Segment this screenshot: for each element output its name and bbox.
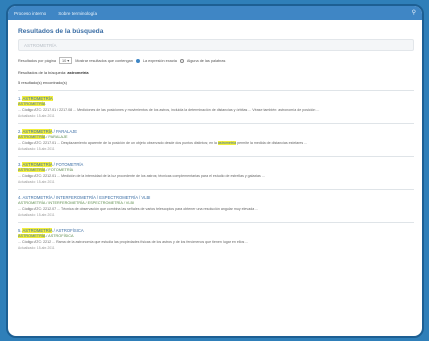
result-number: 1. (18, 96, 22, 101)
result-title-highlight: ASTROMETRÍA (22, 96, 53, 101)
result-title-rest: / PARALAJE (52, 129, 78, 134)
result-number: 2. (18, 129, 22, 134)
tab-sobre-terminologia[interactable]: Sobre terminología (58, 11, 97, 16)
result-date: Actualizado: 15-abr-2011 (18, 180, 55, 184)
result-snippet: ... Código ATC: 2212.01 ... Medición de … (18, 174, 414, 179)
result-number: 5. (18, 228, 22, 233)
result-snippet: ... Código ATC: 2217.01 ... Desplazamien… (18, 141, 414, 146)
search-query-text: ASTROMETRÍA (24, 43, 57, 48)
result-subtitle: ASTROMETRÍA / INTERFEROMETRÍA / ESPECTRO… (18, 201, 414, 205)
result-snippet-text-after: permite la medida de distancias estelare… (236, 141, 308, 145)
search-options: Resultados por página 10 ▾ Mostrar resul… (18, 57, 414, 64)
radio-exact-expression[interactable] (135, 58, 140, 63)
result-title-link[interactable]: 2. ASTROMETRÍA / PARALAJE (18, 129, 414, 134)
result-item: 4. ASTROMETRÍA / INTERFEROMETRÍA / ESPEC… (18, 189, 414, 222)
result-snippet-highlight: astrometría (217, 141, 237, 145)
search-icon[interactable]: ⚲ (412, 10, 416, 16)
result-snippet-text: ... Código ATC: 2217.01 / 2217.08 ... Me… (18, 108, 320, 112)
results-per-page-value: 10 (62, 59, 67, 63)
result-snippet: ... Código ATC: 2217.01 / 2217.08 ... Me… (18, 108, 414, 113)
result-title-highlight: ASTROMETRÍA (22, 162, 53, 167)
result-title-link[interactable]: 3. ASTROMETRÍA / FOTOMETRÍA (18, 162, 414, 167)
result-title-highlight: ASTROMETRÍA (22, 129, 53, 134)
option-words-label: Alguna de las palabras (186, 58, 226, 63)
result-title-rest: ASTROMETRÍA / INTERFEROMETRÍA / ESPECTRO… (22, 195, 151, 200)
result-subtitle-rest: / ASTROFÍSICA (45, 234, 74, 238)
result-item: 2. ASTROMETRÍA / PARALAJE ASTROMETRÍA / … (18, 123, 414, 156)
result-subtitle-rest: / PARALAJE (45, 135, 68, 139)
result-snippet-text: ... Código ATC: 2212.07 ... Técnica de o… (18, 207, 259, 211)
result-title-rest: / ASTROFÍSICA (52, 228, 84, 233)
result-item: 1. ASTROMETRÍA ASTROMETRÍA ... Código AT… (18, 90, 414, 123)
result-title-rest: / FOTOMETRÍA (52, 162, 84, 167)
result-subtitle: ASTROMETRÍA / ASTROFÍSICA (18, 234, 414, 238)
results-per-page-select[interactable]: 10 ▾ (59, 57, 73, 64)
result-subtitle: ASTROMETRÍA / PARALAJE (18, 135, 414, 139)
result-number: 3. (18, 162, 22, 167)
result-snippet-text: ... Código ATC: 2212 ... Rama de la astr… (18, 240, 249, 244)
result-date: Actualizado: 15-abr-2011 (18, 213, 55, 217)
result-date: Actualizado: 15-abr-2011 (18, 114, 55, 118)
results-count: 5 resultado(s) encontrado(s) (18, 80, 67, 85)
option-exact-label: La expresión exacta (142, 58, 177, 63)
result-title-link[interactable]: 4. ASTROMETRÍA / INTERFEROMETRÍA / ESPEC… (18, 195, 414, 200)
result-title-link[interactable]: 1. ASTROMETRÍA (18, 96, 414, 101)
result-date: Actualizado: 15-abr-2011 (18, 246, 55, 250)
result-subtitle: ASTROMETRÍA / FOTOMETRÍA (18, 168, 414, 172)
result-subtitle-highlight: ASTROMETRÍA (18, 135, 46, 139)
result-snippet-text: ... Código ATC: 2217.01 ... Desplazamien… (18, 141, 218, 145)
result-snippet: ... Código ATC: 2212.07 ... Técnica de o… (18, 207, 414, 212)
results-for-prefix: Resultados de la búsqueda: (18, 70, 67, 75)
result-snippet: ... Código ATC: 2212 ... Rama de la astr… (18, 240, 414, 245)
radio-any-words[interactable] (179, 58, 184, 63)
results-per-page-label: Resultados por página (18, 58, 56, 63)
result-title-highlight: ASTROMETRÍA (22, 228, 53, 233)
result-subtitle-rest: / FOTOMETRÍA (45, 168, 74, 172)
top-nav-bar: Proceso interno Sobre terminología ⚲ (8, 6, 422, 20)
result-subtitle-highlight: ASTROMETRÍA (18, 168, 46, 172)
result-item: 3. ASTROMETRÍA / FOTOMETRÍA ASTROMETRÍA … (18, 156, 414, 189)
app-window: Proceso interno Sobre terminología ⚲ Res… (6, 4, 424, 338)
result-snippet-text: ... Código ATC: 2212.01 ... Medición de … (18, 174, 265, 178)
results-for-term: astrometría (67, 70, 89, 75)
main-content: Resultados de la búsqueda ASTROMETRÍA Re… (8, 20, 422, 255)
result-date: Actualizado: 15-abr-2011 (18, 147, 55, 151)
result-title-link[interactable]: 5. ASTROMETRÍA / ASTROFÍSICA (18, 228, 414, 233)
result-number: 4. (18, 195, 22, 200)
result-item: 5. ASTROMETRÍA / ASTROFÍSICA ASTROMETRÍA… (18, 222, 414, 255)
results-for-line: Resultados de la búsqueda: astrometría (18, 70, 414, 75)
result-subtitle-rest: ASTROMETRÍA / INTERFEROMETRÍA / ESPECTRO… (18, 201, 135, 205)
result-subtitle: ASTROMETRÍA (18, 102, 414, 106)
results-list: 1. ASTROMETRÍA ASTROMETRÍA ... Código AT… (18, 90, 414, 255)
result-subtitle-highlight: ASTROMETRÍA (18, 102, 46, 106)
result-subtitle-highlight: ASTROMETRÍA (18, 234, 46, 238)
show-results-label: Mostrar resultados que contengan (75, 58, 133, 63)
tab-proceso-interno[interactable]: Proceso interno (14, 11, 46, 16)
page-title: Resultados de la búsqueda (18, 28, 104, 35)
search-query-field[interactable]: ASTROMETRÍA (18, 39, 414, 51)
